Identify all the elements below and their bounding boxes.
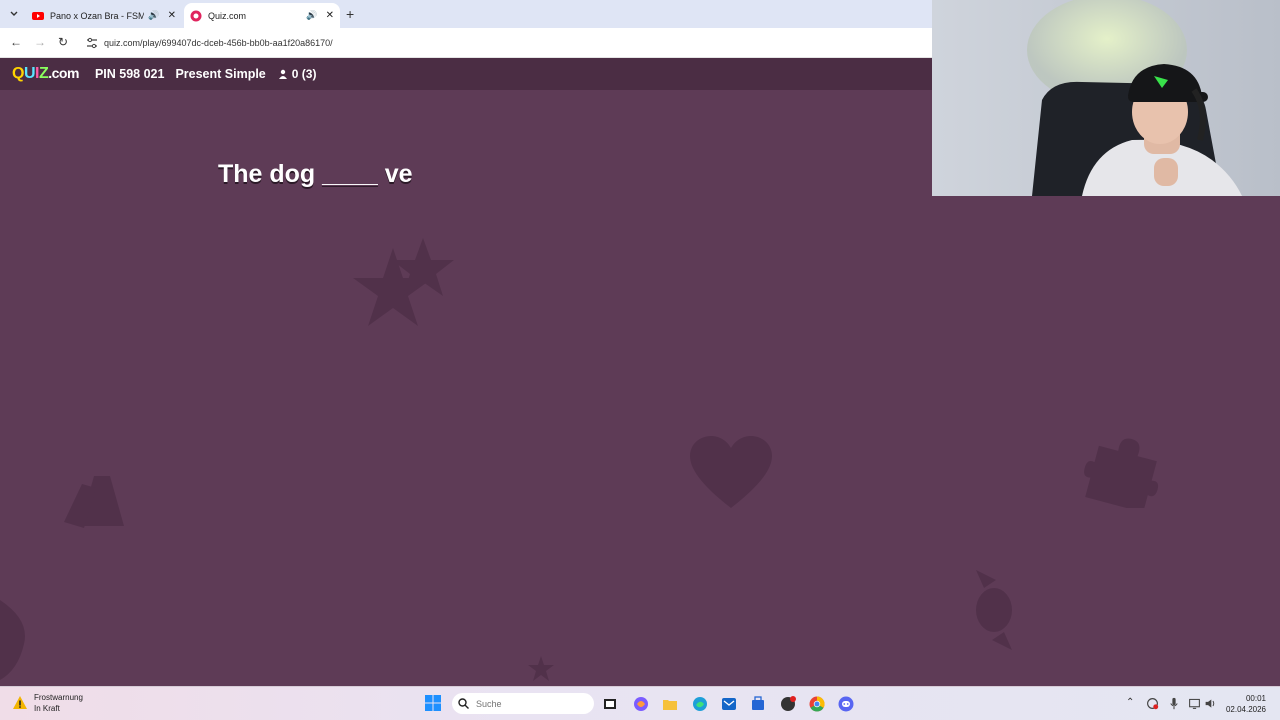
speaker-icon[interactable]: 🔊	[306, 10, 317, 21]
outlook-icon[interactable]	[721, 696, 737, 712]
quiz-title: Present Simple	[175, 67, 266, 81]
bell-icon	[64, 476, 124, 528]
browser-toolbar: ← → ↻ quiz.com/play/699407dc-dceb-456b-b…	[0, 28, 932, 58]
microphone-icon[interactable]	[1168, 697, 1180, 710]
clock-time: 00:01	[1245, 694, 1266, 703]
player-count: 0 (3)	[278, 67, 317, 81]
star-icon	[353, 238, 454, 326]
store-icon[interactable]	[750, 696, 766, 712]
player-count-text: 0 (3)	[291, 67, 317, 81]
webcam-image	[932, 0, 1280, 196]
new-tab-button[interactable]: +	[346, 6, 354, 22]
url-text: quiz.com/play/699407dc-dceb-456b-bb0b-aa…	[104, 38, 333, 48]
security-icon[interactable]	[1146, 697, 1159, 710]
edge-icon[interactable]	[692, 696, 708, 712]
discord-icon[interactable]	[838, 696, 854, 712]
candy-icon	[976, 570, 1012, 650]
forward-arrow-icon[interactable]: →	[34, 35, 46, 49]
logo-letter: U	[23, 65, 36, 82]
tab-youtube[interactable]: Pano x Ozan Bra - FSM | ICO 🔊 ✕	[26, 3, 182, 28]
taskbar: Frostwarnung In Kraft ⌃ 00:01 02.04.2026	[0, 686, 1280, 720]
chevron-up-icon[interactable]: ⌃	[1126, 697, 1134, 708]
person-icon	[278, 69, 287, 79]
clock-date: 02.04.2026	[1225, 705, 1266, 714]
network-icon[interactable]	[1188, 697, 1201, 710]
heart-icon	[690, 436, 772, 508]
tab-title: Quiz.com	[208, 10, 247, 21]
tab-search-button[interactable]	[4, 4, 24, 24]
search-input[interactable]	[474, 697, 588, 710]
back-arrow-icon[interactable]: ←	[10, 35, 22, 49]
small-star-icon	[528, 656, 554, 681]
windows-start-icon[interactable]	[425, 695, 441, 711]
app-notification-icon[interactable]	[780, 696, 796, 712]
game-pin: PIN 598 021	[94, 67, 165, 81]
reload-icon[interactable]: ↻	[58, 35, 68, 49]
volume-icon[interactable]	[1204, 697, 1217, 710]
system-clock[interactable]: 00:01 02.04.2026	[1222, 693, 1266, 715]
youtube-icon	[32, 11, 44, 20]
logo-letter: Z	[38, 65, 49, 82]
chrome-icon[interactable]	[809, 696, 825, 712]
weather-title: Frostwarnung	[34, 693, 83, 702]
site-settings-icon[interactable]	[86, 37, 98, 49]
warning-icon	[13, 696, 27, 709]
copilot-icon[interactable]	[633, 696, 649, 712]
taskbar-search[interactable]	[452, 693, 594, 714]
search-icon	[458, 698, 469, 709]
chevron-down-icon	[10, 11, 18, 16]
puzzle-piece-icon	[1084, 438, 1159, 508]
tab-quiz[interactable]: Quiz.com 🔊 ✕	[184, 3, 340, 28]
webcam-overlay	[932, 0, 1280, 196]
question-text: The dog ____ ve	[218, 160, 413, 188]
speaker-icon[interactable]: 🔊	[148, 10, 159, 21]
file-explorer-icon[interactable]	[662, 696, 678, 712]
browser-tab-strip: Pano x Ozan Bra - FSM | ICO 🔊 ✕ Quiz.com…	[0, 0, 932, 28]
close-icon[interactable]: ✕	[168, 10, 176, 21]
address-bar[interactable]: quiz.com/play/699407dc-dceb-456b-bb0b-aa…	[80, 32, 930, 54]
logo-letter: Q	[12, 65, 24, 82]
weather-widget[interactable]: Frostwarnung In Kraft	[12, 692, 83, 714]
tab-title: Pano x Ozan Bra - FSM | ICO	[50, 10, 145, 21]
quiz-favicon-icon	[190, 10, 202, 21]
task-view-icon[interactable]	[602, 696, 618, 712]
logo-suffix: .com	[48, 65, 79, 81]
close-icon[interactable]: ✕	[326, 10, 334, 21]
quiz-logo[interactable]: QUIZ.com	[12, 65, 79, 83]
weather-subtitle: In Kraft	[34, 704, 60, 713]
shape-fragment-icon	[0, 600, 25, 680]
